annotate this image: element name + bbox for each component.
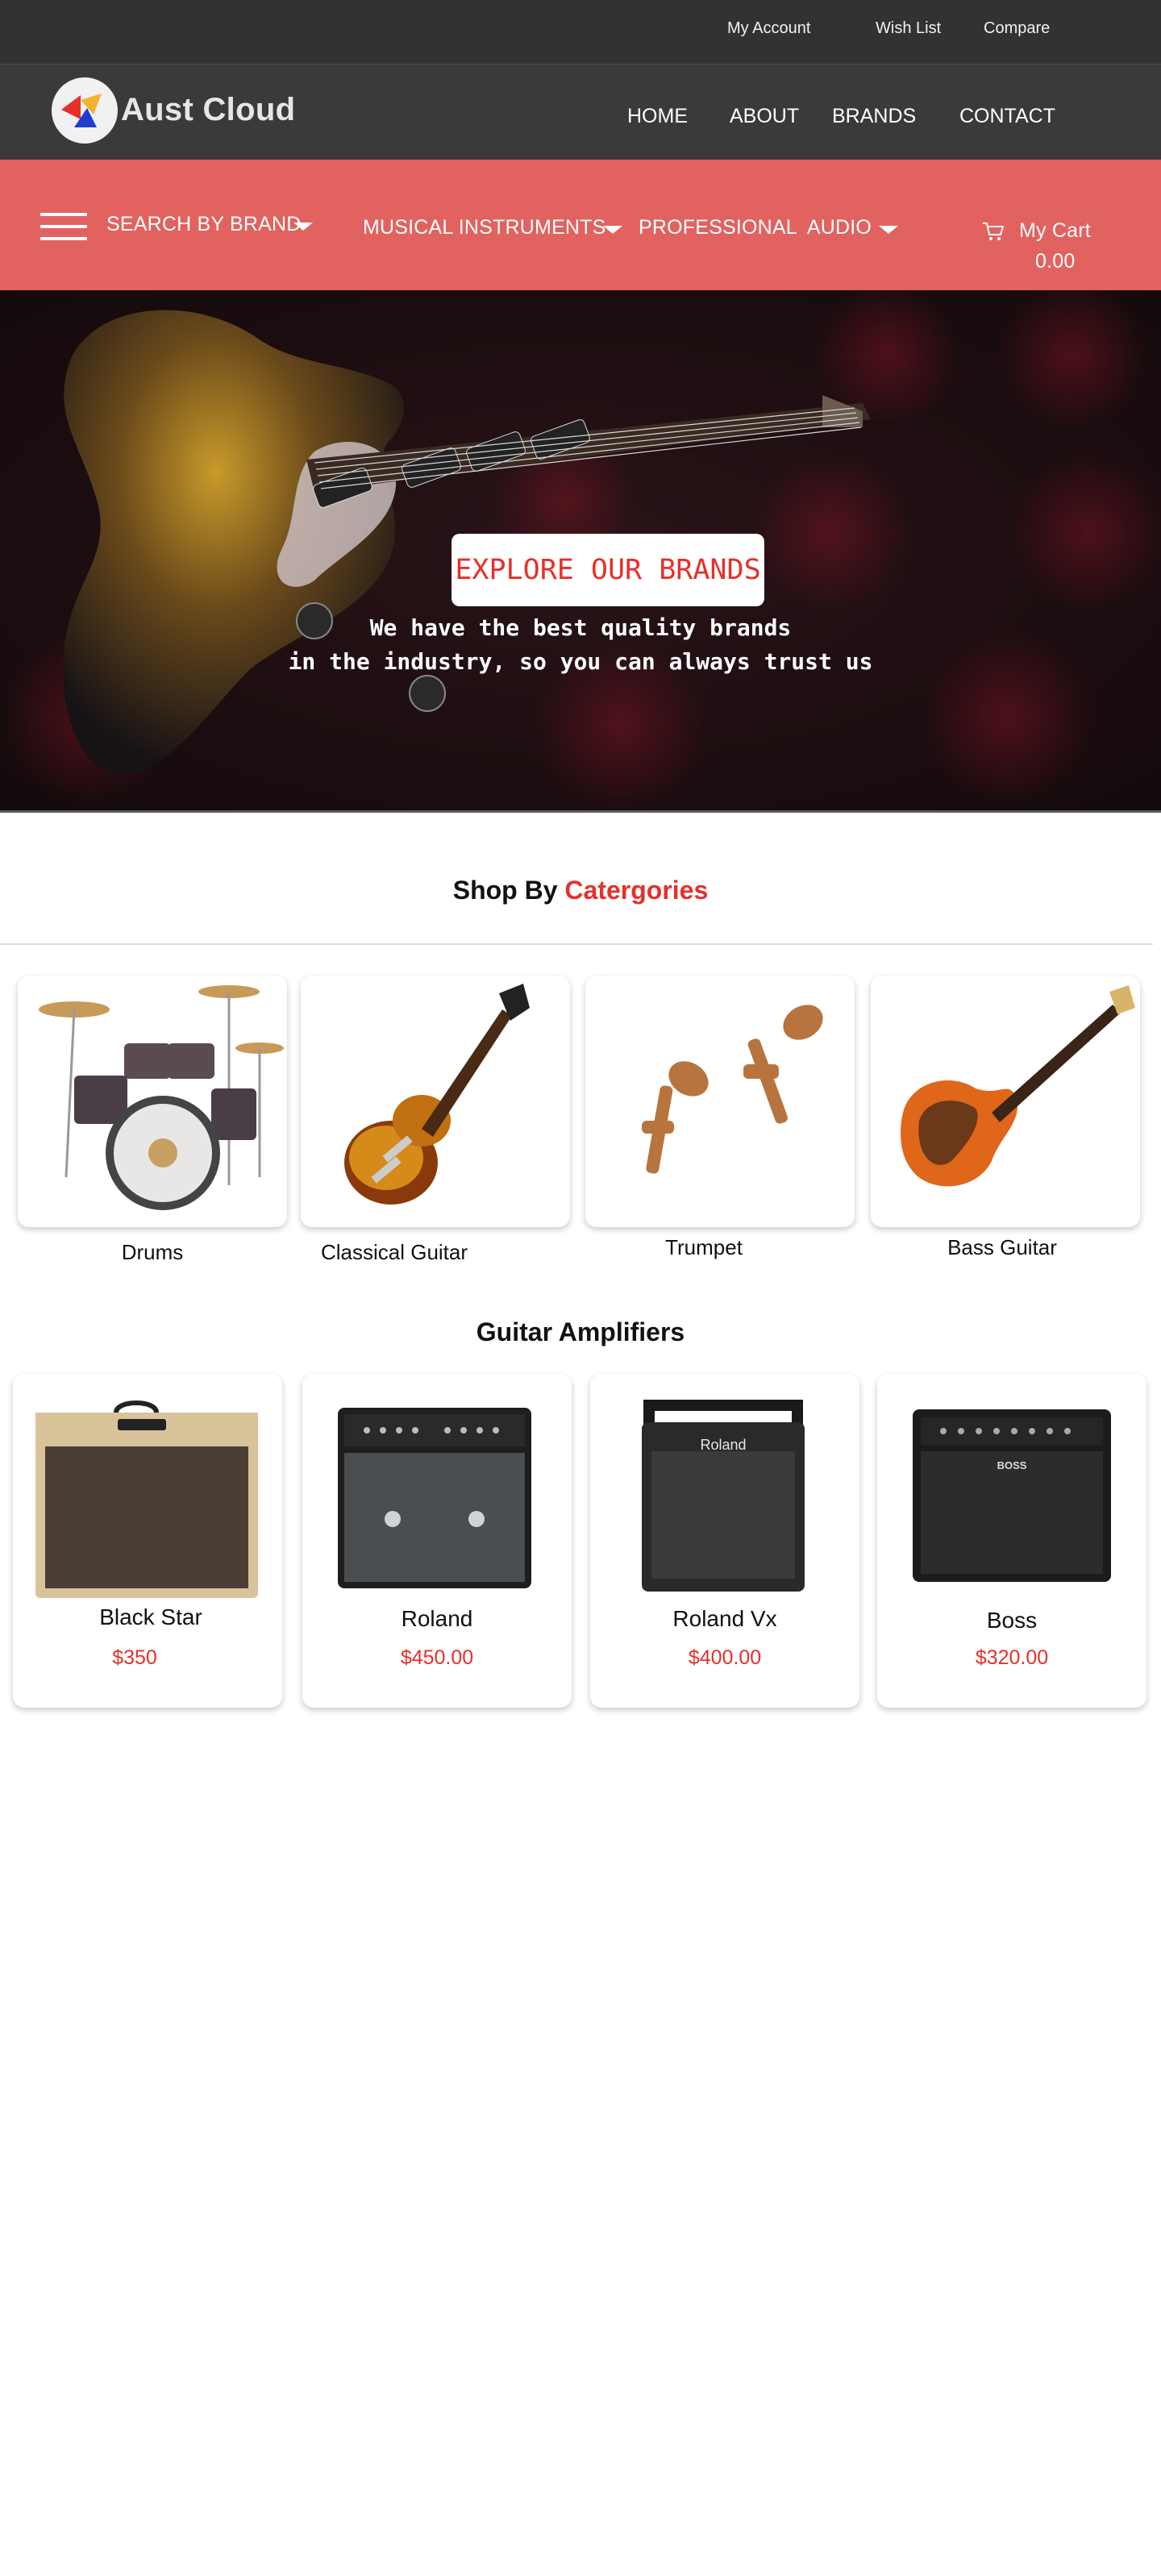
amplifier-image	[338, 1408, 531, 1588]
category-card-drums[interactable]	[18, 976, 287, 1227]
section-divider	[0, 943, 1153, 945]
nav-contact[interactable]: CONTACT	[959, 105, 1055, 128]
boss-logo-badge: BOSS	[997, 1459, 1027, 1471]
category-label-trumpet[interactable]: Trumpet	[569, 1235, 838, 1260]
product-price: $400.00	[688, 1646, 762, 1669]
brand-name[interactable]: Aust Cloud	[121, 92, 295, 128]
category-card-trumpet[interactable]	[585, 976, 855, 1227]
amplifier-image: Roland	[642, 1400, 805, 1592]
cart-total: 0.00	[1035, 250, 1076, 273]
amplifier-image	[35, 1400, 258, 1598]
my-account-link[interactable]: My Account	[727, 19, 810, 38]
product-card-roland-vx[interactable]: Roland Roland Vx $400.00	[590, 1374, 859, 1708]
triangles-logo-icon[interactable]	[52, 77, 118, 144]
my-cart-link[interactable]: My Cart	[1019, 219, 1091, 243]
electric-guitar-image	[344, 984, 530, 1205]
categories-title-prefix: Shop By	[452, 876, 558, 905]
product-card-boss[interactable]: BOSS Boss $320.00	[877, 1374, 1146, 1708]
wish-list-link[interactable]: Wish List	[876, 19, 941, 38]
main-header: Aust Cloud HOME ABOUT BRANDS CONTACT	[0, 65, 1161, 160]
cart-icon[interactable]	[982, 221, 1005, 242]
categories-title-accent: Catergories	[564, 876, 709, 905]
nav-home[interactable]: HOME	[627, 105, 688, 128]
professional-audio-dropdown[interactable]: PROFESSIONAL AUDIO	[639, 216, 872, 239]
hamburger-menu-icon[interactable]	[40, 213, 87, 240]
product-price: $320.00	[975, 1646, 1049, 1669]
utility-bar: My Account Wish List Compare	[0, 0, 1161, 65]
product-name[interactable]: Black Star	[16, 1604, 285, 1630]
category-card-classical-guitar[interactable]	[301, 976, 570, 1227]
nav-about[interactable]: ABOUT	[730, 105, 799, 128]
roland-logo-badge: Roland	[700, 1437, 746, 1453]
musical-instruments-dropdown[interactable]: MUSICAL INSTRUMENTS	[363, 216, 606, 239]
drum-kit-image	[39, 985, 284, 1210]
category-label-bass-guitar[interactable]: Bass Guitar	[868, 1235, 1137, 1260]
bass-guitar-image	[901, 985, 1135, 1187]
hero-banner: EXPLORE OUR BRANDS We have the best qual…	[0, 290, 1161, 813]
category-label-classical-guitar[interactable]: Classical Guitar	[260, 1240, 529, 1265]
category-card-bass-guitar[interactable]	[871, 976, 1140, 1227]
product-price: $450.00	[400, 1646, 474, 1669]
amplifier-image: BOSS	[913, 1409, 1111, 1582]
chevron-down-icon[interactable]	[603, 226, 622, 234]
product-name[interactable]: Roland	[302, 1606, 572, 1632]
category-label-drums[interactable]: Drums	[18, 1240, 287, 1265]
categories-title: Shop By Catergories	[0, 876, 1161, 905]
product-name[interactable]: Boss	[877, 1608, 1146, 1633]
compare-link[interactable]: Compare	[984, 19, 1050, 38]
category-bar: SEARCH BY BRAND MUSICAL INSTRUMENTS PROF…	[0, 160, 1161, 290]
chevron-down-icon[interactable]	[879, 226, 898, 234]
product-price: $350	[112, 1646, 157, 1669]
search-by-brand-dropdown[interactable]: SEARCH BY BRAND	[106, 213, 302, 236]
chevron-down-icon[interactable]	[293, 223, 313, 231]
hero-tagline-line1: We have the best quality brands	[369, 614, 792, 641]
nav-brands[interactable]: BRANDS	[832, 105, 916, 128]
product-card-roland[interactable]: Roland $450.00	[302, 1374, 572, 1708]
amplifiers-title: Guitar Amplifiers	[476, 1317, 685, 1346]
hero-tagline-line2: in the industry, so you can always trust…	[288, 648, 873, 675]
trumpet-image	[642, 1005, 823, 1174]
explore-brands-button[interactable]: EXPLORE OUR BRANDS	[452, 534, 764, 606]
product-card-black-star[interactable]: Black Star $350	[13, 1374, 282, 1708]
product-name[interactable]: Roland Vx	[590, 1606, 859, 1632]
